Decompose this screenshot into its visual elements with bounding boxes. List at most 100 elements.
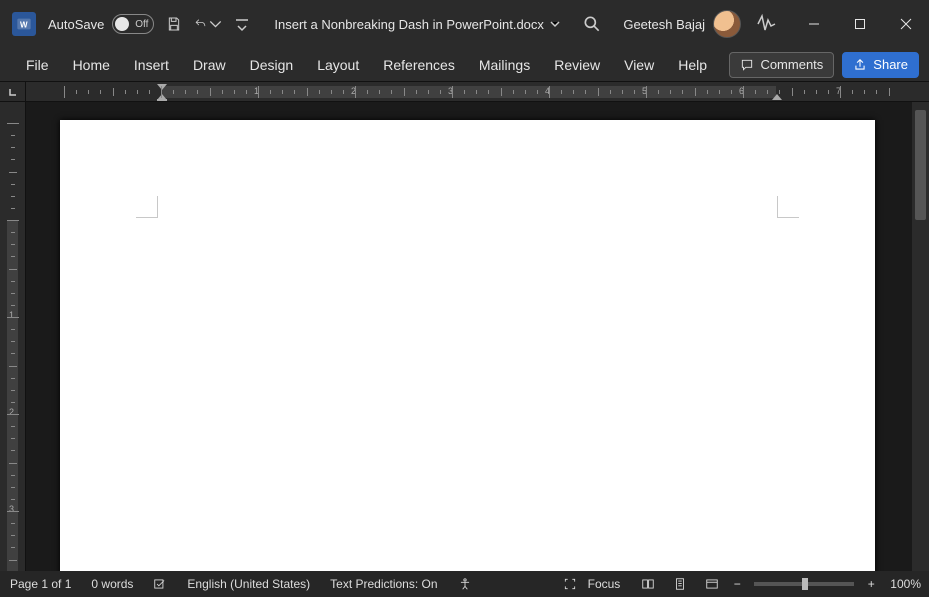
document-title[interactable]: Insert a Nonbreaking Dash in PowerPoint.… bbox=[274, 17, 560, 32]
spellcheck-status[interactable] bbox=[143, 571, 177, 597]
ruler-tick bbox=[464, 90, 465, 94]
tab-design[interactable]: Design bbox=[238, 48, 306, 82]
avatar bbox=[713, 10, 741, 38]
tab-insert[interactable]: Insert bbox=[122, 48, 181, 82]
close-button[interactable] bbox=[883, 0, 929, 48]
save-button[interactable] bbox=[160, 10, 188, 38]
ruler-tick bbox=[804, 90, 805, 94]
zoom-in-button[interactable]: + bbox=[864, 577, 878, 591]
ruler-tick bbox=[670, 90, 671, 94]
ruler-tick bbox=[658, 90, 659, 94]
ruler-tick bbox=[137, 90, 138, 94]
ruler-tick bbox=[76, 90, 77, 94]
comments-label: Comments bbox=[760, 57, 823, 72]
tab-label: Review bbox=[554, 57, 600, 73]
ruler-tick bbox=[270, 90, 271, 94]
zoom-out-button[interactable]: − bbox=[730, 577, 744, 591]
ruler-tick bbox=[549, 86, 550, 98]
undo-split-button[interactable] bbox=[194, 10, 222, 38]
ruler-tick bbox=[889, 88, 890, 96]
ruler-tick bbox=[11, 499, 15, 500]
ruler-tick bbox=[488, 90, 489, 94]
ruler-tick bbox=[11, 305, 15, 306]
ruler-tick bbox=[294, 90, 295, 94]
tab-file[interactable]: File bbox=[14, 48, 61, 82]
ruler-tick bbox=[731, 90, 732, 94]
vertical-ruler[interactable]: 1 2 3 bbox=[0, 102, 26, 571]
word-app-icon: W bbox=[12, 12, 36, 36]
ruler-tick bbox=[11, 487, 15, 488]
ruler-tick bbox=[646, 86, 647, 98]
scrollbar-thumb[interactable] bbox=[915, 110, 926, 220]
margin-corner-tr bbox=[777, 196, 799, 218]
language-status[interactable]: English (United States) bbox=[177, 571, 320, 597]
page-number-status[interactable]: Page 1 of 1 bbox=[0, 571, 81, 597]
ruler-tick bbox=[343, 90, 344, 94]
tab-view[interactable]: View bbox=[612, 48, 666, 82]
ruler-tick bbox=[11, 281, 15, 282]
ruler-tick bbox=[125, 90, 126, 94]
page[interactable] bbox=[60, 120, 875, 571]
minimize-button[interactable] bbox=[791, 0, 837, 48]
ruler-tick bbox=[9, 269, 17, 270]
ruler-tick bbox=[391, 90, 392, 94]
autosave-label: AutoSave bbox=[48, 17, 104, 32]
search-button[interactable] bbox=[582, 14, 602, 34]
focus-label[interactable]: Focus bbox=[588, 577, 621, 591]
ruler-tick bbox=[792, 88, 793, 96]
accessibility-status[interactable] bbox=[448, 571, 482, 597]
tab-label: Draw bbox=[193, 57, 226, 73]
horizontal-ruler[interactable]: 1 2 3 4 5 6 7 bbox=[26, 82, 929, 102]
ruler-tick bbox=[11, 535, 15, 536]
tab-references[interactable]: References bbox=[371, 48, 467, 82]
print-layout-button[interactable] bbox=[666, 571, 694, 597]
zoom-slider[interactable] bbox=[754, 582, 854, 586]
focus-mode-button[interactable] bbox=[556, 571, 584, 597]
zoom-slider-thumb[interactable] bbox=[802, 578, 808, 590]
first-line-indent-marker[interactable] bbox=[157, 84, 167, 90]
right-indent-marker[interactable] bbox=[772, 94, 782, 100]
tab-draw[interactable]: Draw bbox=[181, 48, 238, 82]
ruler-tick bbox=[11, 135, 15, 136]
ruler-tick bbox=[185, 90, 186, 94]
comments-button[interactable]: Comments bbox=[729, 52, 834, 78]
ruler-tick bbox=[11, 547, 15, 548]
maximize-button[interactable] bbox=[837, 0, 883, 48]
ruler-tick bbox=[598, 88, 599, 96]
web-layout-button[interactable] bbox=[698, 571, 726, 597]
toggle-knob bbox=[115, 17, 129, 31]
ruler-tick bbox=[573, 90, 574, 94]
tab-review[interactable]: Review bbox=[542, 48, 612, 82]
tab-selector[interactable] bbox=[0, 82, 26, 102]
share-button[interactable]: Share bbox=[842, 52, 919, 78]
vertical-scrollbar[interactable] bbox=[912, 102, 929, 571]
ruler-tick bbox=[11, 147, 15, 148]
tab-layout[interactable]: Layout bbox=[305, 48, 371, 82]
zoom-level[interactable]: 100% bbox=[890, 577, 921, 591]
ruler-tick bbox=[149, 90, 150, 94]
ruler-tick bbox=[610, 90, 611, 94]
qat-customize-button[interactable] bbox=[228, 10, 256, 38]
read-mode-button[interactable] bbox=[634, 571, 662, 597]
document-area[interactable] bbox=[26, 102, 929, 571]
coming-soon-button[interactable] bbox=[755, 12, 779, 36]
ruler-tick bbox=[11, 184, 15, 185]
account-button[interactable]: Geetesh Bajaj bbox=[623, 10, 741, 38]
tab-label: Layout bbox=[317, 57, 359, 73]
ruler-tick bbox=[9, 463, 17, 464]
ruler-tick bbox=[379, 90, 380, 94]
ruler-tick bbox=[428, 90, 429, 94]
ruler-tick bbox=[7, 123, 19, 124]
autosave-control[interactable]: AutoSave Off bbox=[48, 14, 154, 34]
word-count-status[interactable]: 0 words bbox=[81, 571, 143, 597]
ruler-tick bbox=[9, 172, 17, 173]
tab-home[interactable]: Home bbox=[61, 48, 122, 82]
text-predictions-status[interactable]: Text Predictions: On bbox=[320, 571, 447, 597]
tab-mailings[interactable]: Mailings bbox=[467, 48, 542, 82]
ruler-tick bbox=[307, 88, 308, 96]
tab-label: View bbox=[624, 57, 654, 73]
document-title-text: Insert a Nonbreaking Dash in PowerPoint.… bbox=[274, 17, 544, 32]
autosave-toggle[interactable]: Off bbox=[112, 14, 154, 34]
tab-help[interactable]: Help bbox=[666, 48, 719, 82]
ruler-tick bbox=[828, 90, 829, 94]
